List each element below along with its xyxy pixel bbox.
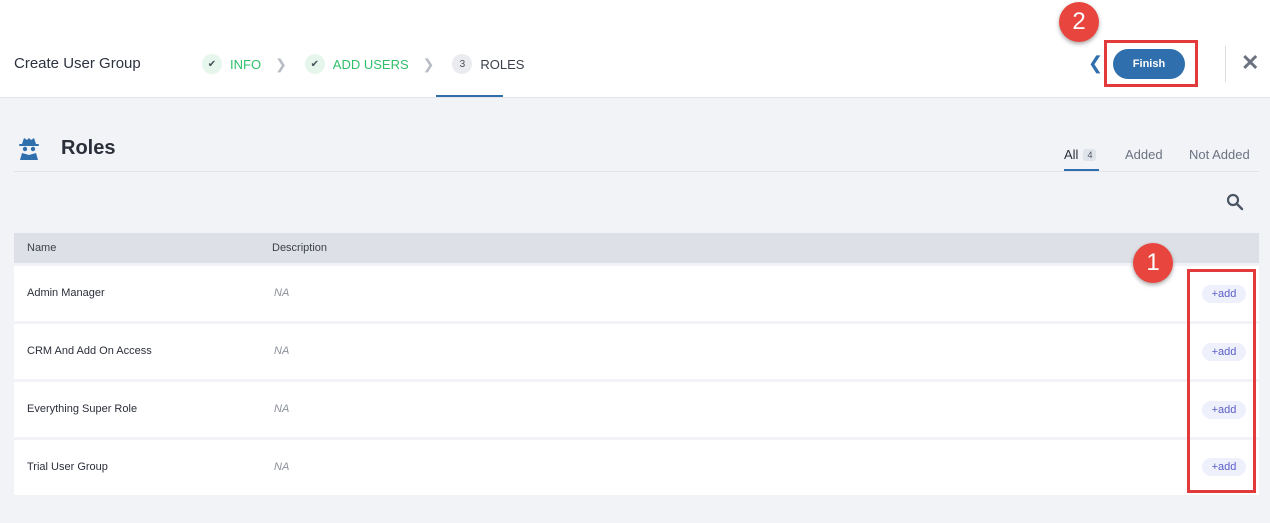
step-info-label: INFO — [230, 56, 262, 72]
role-description: NA — [274, 287, 290, 299]
page-title: Create User Group — [14, 55, 141, 72]
divider — [14, 171, 1259, 172]
roles-spy-icon — [19, 138, 39, 160]
step-roles-label: ROLES — [480, 56, 525, 72]
role-name: Everything Super Role — [27, 403, 138, 415]
chevron-right-icon: ❯ — [422, 55, 435, 72]
callout-badge-2: 2 — [1059, 2, 1099, 42]
table-row: Trial User Group NA +add — [14, 440, 1259, 495]
chevron-right-icon: ❯ — [275, 55, 287, 72]
role-name: CRM And Add On Access — [27, 345, 152, 357]
role-name: Trial User Group — [27, 461, 108, 473]
filter-tab-all-label: All — [1064, 147, 1079, 162]
chevron-left-icon[interactable]: ❮ — [1088, 53, 1103, 74]
wizard-header: Create User Group ✔ INFO ❯ ✔ ADD USERS ❯… — [0, 0, 1270, 98]
table-row: Everything Super Role NA +add — [14, 382, 1259, 437]
filter-tab-added[interactable]: Added — [1125, 147, 1163, 162]
column-header-name[interactable]: Name — [27, 242, 56, 254]
step-info[interactable]: ✔ INFO — [202, 54, 261, 74]
role-name: Admin Manager — [27, 287, 105, 299]
step-number: 3 — [452, 54, 473, 74]
role-description: NA — [274, 461, 290, 473]
check-icon: ✔ — [202, 54, 222, 74]
section-title: Roles — [61, 137, 116, 159]
step-add-users[interactable]: ✔ ADD USERS — [304, 54, 409, 74]
step-add-users-label: ADD USERS — [332, 56, 409, 72]
search-icon[interactable] — [1226, 193, 1244, 211]
callout-highlight-add-buttons — [1187, 269, 1256, 493]
table-row: Admin Manager NA +add — [14, 266, 1259, 321]
callout-highlight-finish — [1104, 40, 1198, 87]
table-header: Name Description — [14, 233, 1259, 263]
close-icon[interactable]: ✕ — [1241, 50, 1259, 76]
active-step-indicator — [436, 95, 503, 97]
step-roles[interactable]: 3 ROLES — [452, 54, 524, 74]
filter-tab-not-added[interactable]: Not Added — [1189, 147, 1250, 162]
check-icon: ✔ — [304, 54, 325, 74]
filter-tab-all[interactable]: All 4 — [1064, 147, 1097, 162]
table-row: CRM And Add On Access NA +add — [14, 324, 1259, 379]
count-badge: 4 — [1083, 148, 1097, 161]
column-header-description[interactable]: Description — [272, 242, 327, 254]
divider — [1225, 46, 1226, 82]
role-description: NA — [274, 403, 290, 415]
wizard-steps: ✔ INFO ❯ ✔ ADD USERS ❯ 3 ROLES — [202, 52, 524, 76]
role-description: NA — [274, 345, 290, 357]
callout-badge-1: 1 — [1133, 243, 1173, 283]
